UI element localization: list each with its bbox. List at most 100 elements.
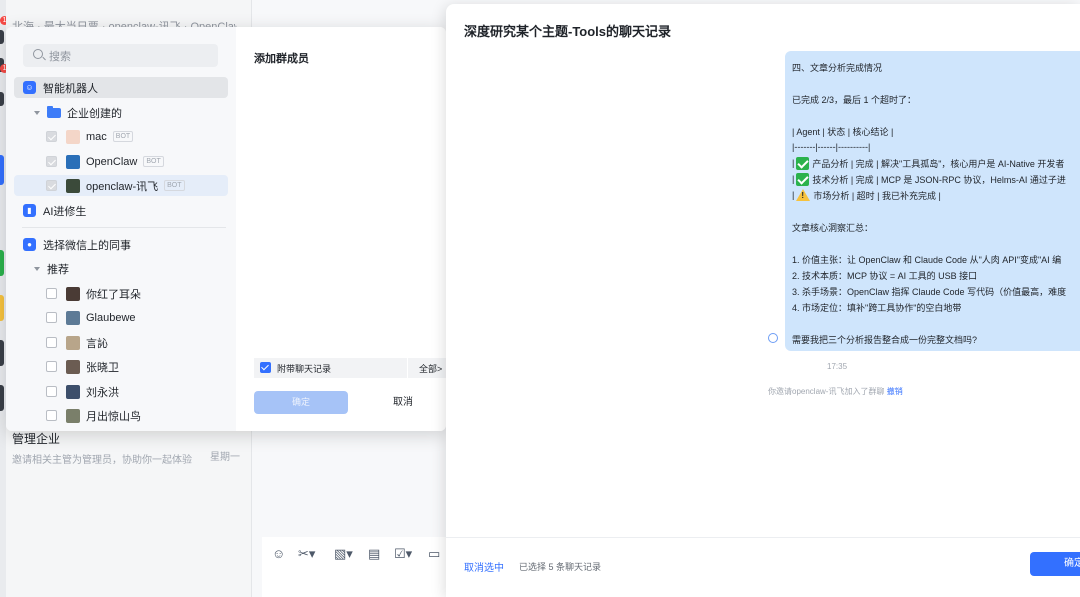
tree-label: AI进修生 [43, 205, 87, 218]
search-input[interactable]: 搜索 [23, 44, 218, 67]
image-icon[interactable]: ▧▾ [334, 546, 353, 562]
divider [407, 358, 408, 378]
checkbox[interactable] [46, 361, 57, 372]
person-icon: ● [23, 238, 36, 251]
confirm-button[interactable]: 确定 [254, 391, 348, 414]
message-line: | 市场分析 | 超时 | 我已补充完成 | [792, 187, 1080, 203]
checkbox[interactable] [46, 131, 57, 142]
selected-count: 已选择 5 条聊天记录 [519, 562, 602, 572]
avatar [66, 178, 80, 193]
chevron-down-icon [34, 266, 40, 271]
checkbox[interactable] [46, 410, 57, 421]
add-member-dialog: 搜索 ☺ 智能机器人 企业创建的 mac BOT OpenClaw BOT op… [6, 27, 446, 431]
avatar [66, 408, 80, 423]
selected-members-panel: 添加群成员 附带聊天记录 全部> 确定 取消 [236, 27, 446, 431]
confirm-button[interactable]: 确定 [1030, 552, 1080, 576]
avatar [66, 154, 80, 169]
scissors-icon[interactable]: ✂▾ [298, 546, 315, 562]
contact-name: 月出惊山鸟 [86, 410, 141, 423]
message-line: 已完成 2/3，最后 1 个超时了： [792, 94, 917, 105]
contact-item[interactable]: 刘永洪 [14, 381, 228, 402]
emoji-icon[interactable]: ☺ [272, 546, 285, 561]
attach-history-label: 附带聊天记录 [277, 364, 332, 374]
tree-item-wechat[interactable]: ● 选择微信上的同事 [14, 234, 228, 255]
nav-item[interactable] [0, 250, 4, 276]
avatar [66, 310, 80, 325]
contact-name: 你红了耳朵 [86, 288, 141, 301]
checkbox[interactable] [46, 156, 57, 167]
task-icon[interactable]: ☑▾ [394, 546, 412, 562]
message-line: 文章核心洞察汇总： [792, 222, 874, 233]
checkbox[interactable] [46, 337, 57, 348]
member-picker: 搜索 ☺ 智能机器人 企业创建的 mac BOT OpenClaw BOT op… [6, 27, 236, 431]
bot-tag: BOT [164, 180, 185, 191]
checkbox[interactable] [46, 288, 57, 299]
cancel-button[interactable]: 取消 [356, 391, 446, 414]
message-line: |-------|------|----------| [792, 142, 871, 152]
nav-item[interactable] [0, 340, 4, 366]
contact-name: 刘永洪 [86, 386, 119, 399]
message-line: 四、文章分析完成情况 [792, 62, 883, 73]
table-row-text: 市场分析 | 超时 | 我已补充完成 | [813, 190, 941, 201]
tree-item-recommend[interactable]: 推荐 [14, 258, 228, 279]
message-line: 需要我把三个分析报告整合成一份完整文档吗? [792, 334, 978, 345]
nav-item[interactable] [0, 30, 4, 44]
nav-item[interactable] [0, 385, 4, 411]
contact-item[interactable]: Glaubewe [14, 307, 228, 328]
avatar [66, 286, 80, 301]
message-select-radio[interactable] [768, 333, 778, 343]
bot-tag: BOT [112, 131, 134, 142]
system-message-text: 你邀请openclaw-讯飞加入了群聊 [768, 387, 885, 396]
building-icon: ▮ [23, 204, 36, 217]
divider [446, 537, 1080, 538]
nav-item[interactable] [0, 295, 4, 321]
cancel-selection-link[interactable]: 取消选中 [464, 559, 504, 574]
tree-label: 智能机器人 [43, 82, 98, 95]
attach-history-option[interactable]: 附带聊天记录 全部> [254, 358, 446, 378]
chat-item-title: 管理企业 [12, 432, 61, 446]
tree-item-enterprise[interactable]: 企业创建的 [14, 102, 228, 123]
check-emoji-icon [796, 156, 810, 170]
avatar [66, 384, 80, 399]
search-placeholder: 搜索 [49, 51, 71, 63]
message-line: 3. 杀手场景：OpenClaw 指挥 Claude Code 写代码（价值最高… [792, 286, 1067, 297]
bot-name: mac [86, 130, 107, 143]
avatar [66, 359, 80, 374]
dialog-title: 添加群成员 [254, 53, 309, 65]
nav-item[interactable] [0, 92, 4, 106]
history-scope-dropdown[interactable]: 全部> [419, 362, 442, 375]
tree-label: 企业创建的 [67, 107, 122, 120]
contact-name: 言訫 [86, 337, 108, 350]
checkbox[interactable] [46, 386, 57, 397]
folder-icon[interactable]: ▭ [428, 546, 440, 562]
attach-history-checkbox[interactable] [260, 362, 271, 373]
message-line: | Agent | 状态 | 核心结论 | [792, 126, 894, 137]
nav-item-active[interactable] [0, 155, 4, 185]
tree-item-smart-robot[interactable]: ☺ 智能机器人 [14, 77, 228, 98]
contact-item[interactable]: 张晓卫 [14, 356, 228, 377]
contact-item[interactable]: 言訫 [14, 332, 228, 353]
check-emoji-icon [796, 172, 810, 186]
system-message: 你邀请openclaw-讯飞加入了群聊 撤销 [768, 386, 903, 397]
table-row-text: 产品分析 | 完成 | 解决"工具孤岛"，核心用户是 AI-Native 开发者 [812, 158, 1065, 169]
tree-item-ai[interactable]: ▮ AI进修生 [14, 200, 228, 221]
undo-link[interactable]: 撤销 [887, 387, 903, 396]
checkbox[interactable] [46, 180, 57, 191]
message-bubble[interactable]: 四、文章分析完成情况 已完成 2/3，最后 1 个超时了： | Agent | … [785, 51, 1080, 351]
warning-emoji-icon [796, 189, 811, 201]
chat-history-dialog: 深度研究某个主题-Tools的聊天记录 四、文章分析完成情况 已完成 2/3，最… [446, 4, 1080, 597]
bot-item-openclaw[interactable]: OpenClaw BOT [14, 151, 228, 172]
chevron-down-icon [34, 110, 40, 115]
message-line: | 产品分析 | 完成 | 解决"工具孤岛"，核心用户是 AI-Native 开… [792, 156, 1065, 170]
avatar [66, 129, 80, 144]
contact-item[interactable]: 月出惊山鸟 [14, 405, 228, 426]
bot-item-mac[interactable]: mac BOT [14, 126, 228, 147]
table-row-text: 技术分析 | 完成 | MCP 是 JSON-RPC 协议，Helms-AI 通… [812, 174, 1066, 185]
checkbox[interactable] [46, 312, 57, 323]
contact-name: Glaubewe [86, 311, 136, 324]
tree-label: 选择微信上的同事 [43, 239, 131, 252]
bot-item-openclaw-xunfei[interactable]: openclaw-讯飞 BOT [14, 175, 228, 196]
contact-name: 张晓卫 [86, 361, 119, 374]
doc-icon[interactable]: ▤ [368, 546, 380, 562]
contact-item[interactable]: 你红了耳朵 [14, 283, 228, 304]
